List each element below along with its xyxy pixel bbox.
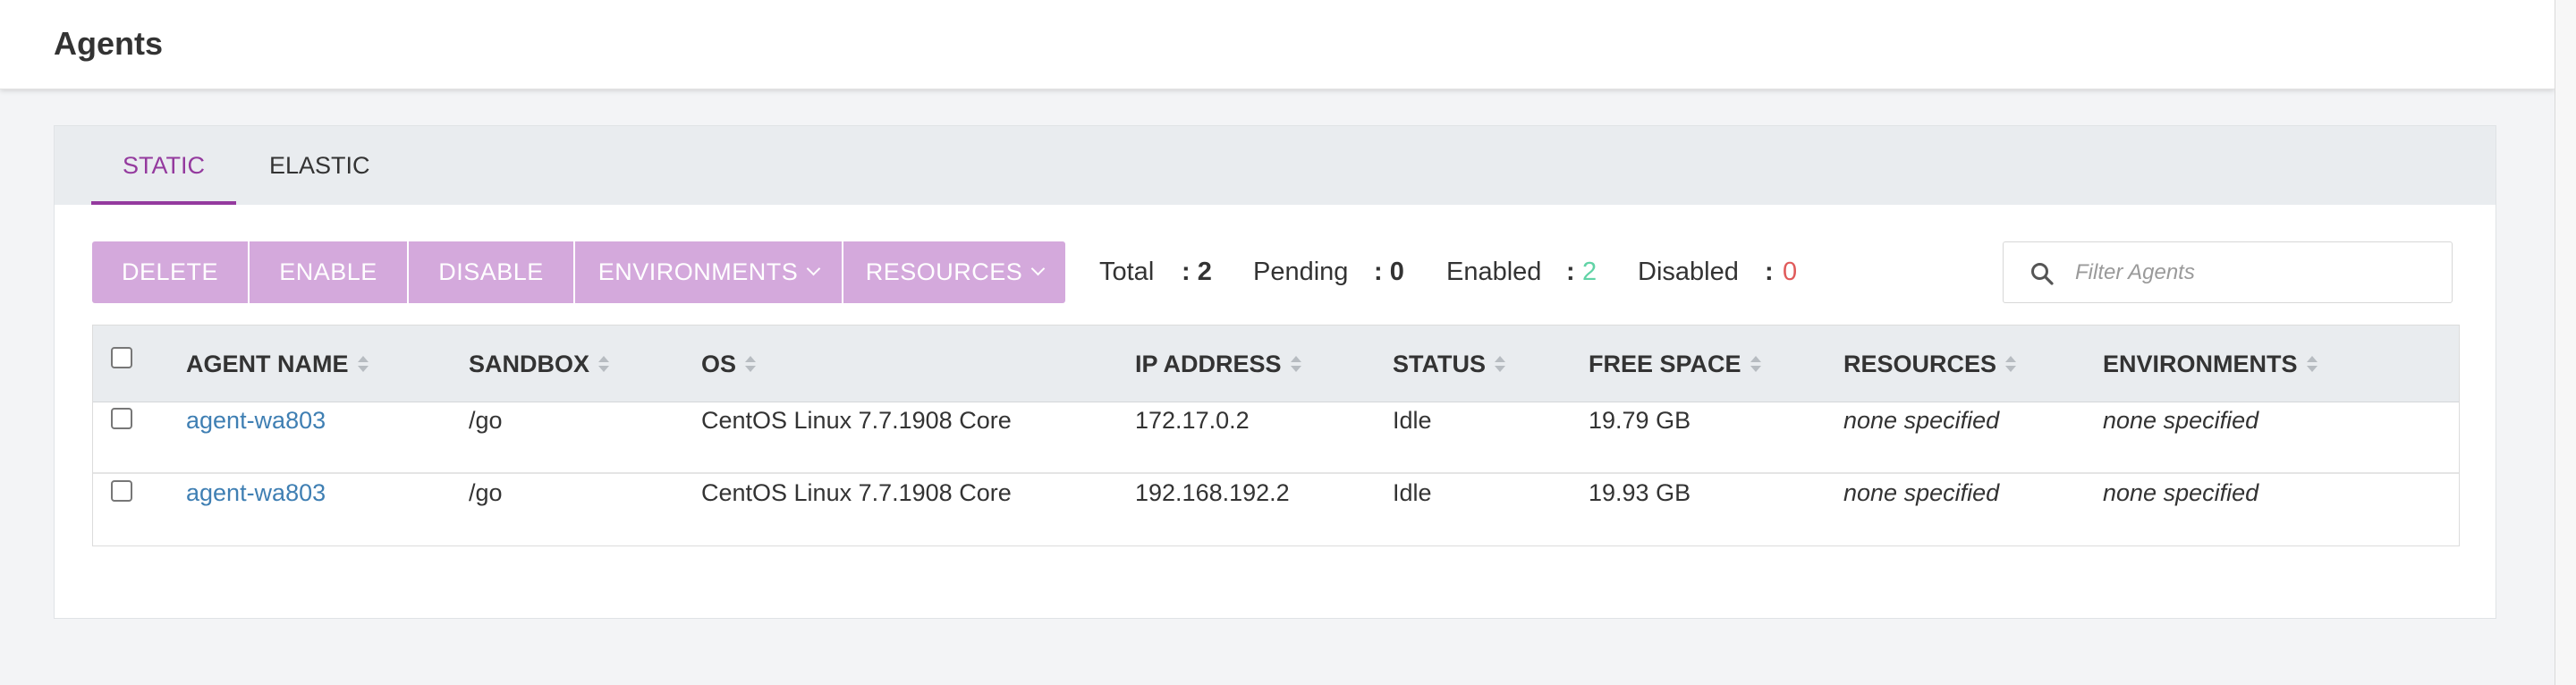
- select-all-checkbox[interactable]: [111, 347, 132, 368]
- disabled-separator: :: [1765, 258, 1774, 286]
- column-label: STATUS: [1393, 351, 1486, 377]
- enabled-label: Enabled: [1446, 258, 1542, 286]
- agent-stats: Total : 2 Pending : 0 Enabled : 2 Disabl…: [55, 241, 1933, 303]
- sort-icon: [2306, 355, 2318, 373]
- column-agent-name[interactable]: AGENT NAME: [186, 326, 369, 402]
- row-checkbox[interactable]: [111, 480, 132, 502]
- ip-address-cell: 192.168.192.2: [1135, 479, 1290, 506]
- column-label: IP ADDRESS: [1135, 351, 1282, 377]
- column-label: RESOURCES: [1843, 351, 1997, 377]
- sort-icon: [2005, 355, 2017, 373]
- sort-icon: [1495, 355, 1505, 373]
- pending-label: Pending: [1253, 258, 1349, 286]
- sandbox-cell: /go: [469, 407, 503, 434]
- sort-icon: [1290, 355, 1301, 373]
- tab-elastic[interactable]: ELASTIC: [269, 126, 370, 205]
- column-label: OS: [701, 351, 737, 377]
- row-checkbox[interactable]: [111, 408, 132, 429]
- agent-name-link[interactable]: agent-wa803: [186, 475, 326, 511]
- filter-agents-box: [2003, 241, 2453, 303]
- agents-panel: STATIC ELASTIC DELETE ENABLE DISABLE ENV…: [54, 125, 2496, 619]
- table-row: agent-wa803 /go CentOS Linux 7.7.1908 Co…: [93, 402, 2459, 474]
- column-free-space[interactable]: FREE SPACE: [1589, 326, 1761, 402]
- column-label: FREE SPACE: [1589, 351, 1741, 377]
- page-title: Agents: [54, 25, 164, 62]
- environments-cell: none specified: [2103, 407, 2259, 434]
- column-sandbox[interactable]: SANDBOX: [469, 326, 610, 402]
- column-resources[interactable]: RESOURCES: [1843, 326, 2017, 402]
- agents-table: AGENT NAME SANDBOX OS IP ADDRESS STATUS …: [92, 325, 2460, 546]
- sort-icon: [357, 355, 369, 373]
- enabled-separator: :: [1566, 258, 1575, 286]
- filter-agents-input[interactable]: [2075, 242, 2433, 302]
- column-label: AGENT NAME: [186, 351, 349, 377]
- total-value: : 2: [1182, 258, 1212, 286]
- free-space-cell: 19.93 GB: [1589, 479, 1691, 506]
- tabs-bar: STATIC ELASTIC: [55, 126, 2496, 205]
- column-label: SANDBOX: [469, 351, 590, 377]
- disabled-label: Disabled: [1638, 258, 1739, 286]
- column-ip-address[interactable]: IP ADDRESS: [1135, 326, 1301, 402]
- column-status[interactable]: STATUS: [1393, 326, 1505, 402]
- column-label: ENVIRONMENTS: [2103, 351, 2298, 377]
- tab-static[interactable]: STATIC: [91, 126, 236, 205]
- sandbox-cell: /go: [469, 479, 503, 506]
- os-cell: CentOS Linux 7.7.1908 Core: [701, 479, 1012, 506]
- status-cell: Idle: [1393, 407, 1432, 434]
- environments-cell: none specified: [2103, 479, 2259, 506]
- ip-address-cell: 172.17.0.2: [1135, 407, 1250, 434]
- resources-cell: none specified: [1843, 407, 2000, 434]
- search-icon: [2031, 263, 2054, 285]
- pending-value: : 0: [1374, 258, 1404, 286]
- scrollbar[interactable]: [2555, 0, 2576, 685]
- sort-icon: [1750, 355, 1761, 373]
- enabled-value: 2: [1582, 258, 1597, 286]
- column-environments[interactable]: ENVIRONMENTS: [2103, 326, 2318, 402]
- table-header: AGENT NAME SANDBOX OS IP ADDRESS STATUS …: [93, 326, 2459, 402]
- os-cell: CentOS Linux 7.7.1908 Core: [701, 407, 1012, 434]
- disabled-value: 0: [1783, 258, 1798, 286]
- total-label: Total: [1099, 258, 1155, 286]
- agent-name-link[interactable]: agent-wa803: [186, 402, 326, 438]
- free-space-cell: 19.79 GB: [1589, 407, 1691, 434]
- sort-icon: [745, 355, 757, 373]
- column-os[interactable]: OS: [701, 326, 757, 402]
- sort-icon: [598, 355, 610, 373]
- table-row: agent-wa803 /go CentOS Linux 7.7.1908 Co…: [93, 475, 2459, 546]
- page-header: Agents: [0, 0, 2555, 89]
- status-cell: Idle: [1393, 479, 1432, 506]
- resources-cell: none specified: [1843, 479, 2000, 506]
